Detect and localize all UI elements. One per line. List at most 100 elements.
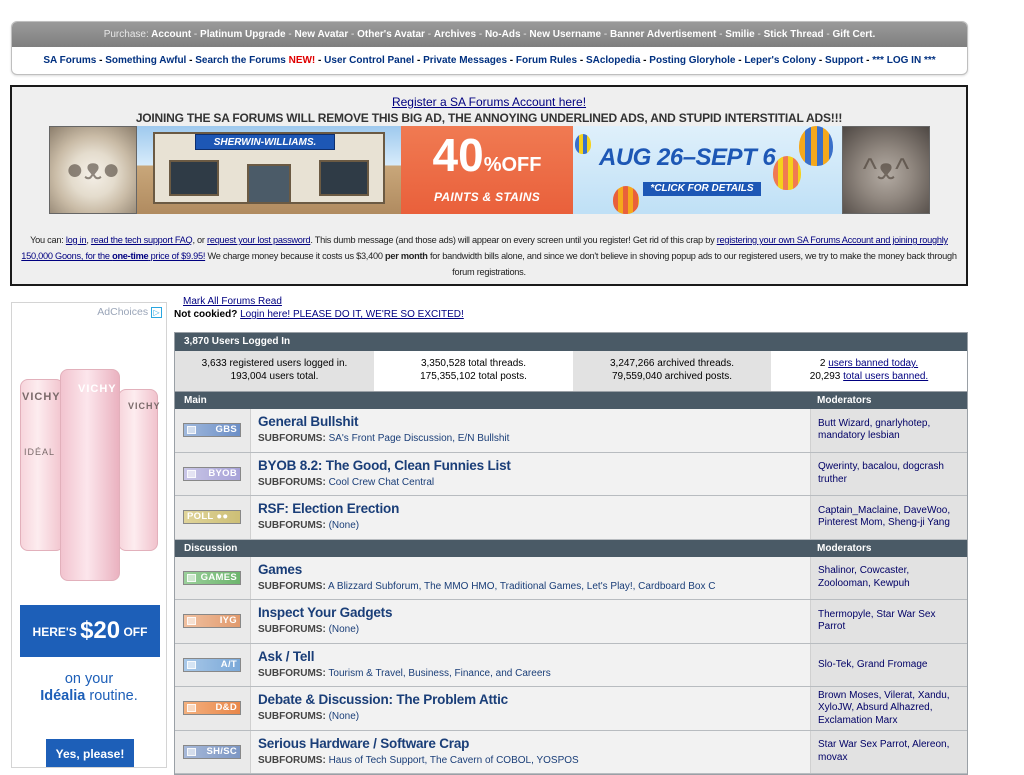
dog-photo: ●ᴥ●	[49, 126, 137, 214]
forum-title-link[interactable]: Ask / Tell	[258, 649, 810, 665]
dog-face-icon: ●ᴥ●	[65, 153, 121, 186]
product-line-label: IDÉAL	[24, 447, 56, 457]
subforums-list: SUBFORUMS: (None)	[258, 624, 360, 635]
subforums-list: SUBFORUMS: Tourism & Travel, Business, F…	[258, 667, 551, 679]
forum-moderators[interactable]: Butt Wizard, gnarlyhotep, mandatory lesb…	[810, 409, 967, 452]
forum-row[interactable]: SH/SC Serious Hardware / Software Crap S…	[175, 730, 967, 774]
nav-posting-gloryhole-link[interactable]: Posting Gloryhole	[649, 55, 735, 66]
forum-title-link[interactable]: Inspect Your Gadgets	[258, 605, 810, 621]
store-window	[319, 160, 369, 196]
forum-row[interactable]: IYG Inspect Your Gadgets SUBFORUMS: (Non…	[175, 600, 967, 644]
forum-tag-icon: GBS	[183, 423, 241, 437]
nav-sa-forums-link[interactable]: SA Forums	[43, 55, 96, 66]
forum-moderators[interactable]: Brown Moses, Vilerat, Xandu, XyloJW, Abs…	[810, 687, 967, 730]
vichy-side-ad[interactable]: AdChoices ▷ VICHY VICHY VICHY IDÉAL HERE…	[11, 302, 167, 768]
purchase-smilie-link[interactable]: Smilie	[725, 29, 754, 40]
brand-label: VICHY	[128, 401, 161, 411]
forum-nav-bar: SA Forums - Something Awful - Search the…	[43, 55, 936, 66]
registered-users-stat: 3,633 registered users logged in. 193,004…	[175, 351, 374, 391]
promo-routine-text: on your Idéalia routine.	[40, 671, 138, 704]
registration-ad-panel: Register a SA Forums Account here! JOINI…	[10, 85, 968, 286]
forum-row[interactable]: GAMES Games SUBFORUMS: A Blizzard Subfor…	[175, 556, 967, 600]
adchoices-label[interactable]: AdChoices ▷	[97, 306, 162, 318]
purchase-bar: Purchase: Account - Platinum Upgrade - N…	[12, 22, 967, 47]
sherwin-williams-banner-ad[interactable]: ●ᴥ● SHERWIN-WILLIAMS. 40%OFF PAINTS & ST…	[49, 126, 930, 214]
store-door	[247, 164, 291, 204]
purchase-no-ads-link[interactable]: No-Ads	[485, 29, 521, 40]
total-banned-link[interactable]: total users banned.	[843, 371, 928, 382]
banned-today-link[interactable]: users banned today.	[828, 358, 918, 369]
nav-private-messages-link[interactable]: Private Messages	[423, 55, 507, 66]
forum-row[interactable]: BYOB BYOB 8.2: The Good, Clean Funnies L…	[175, 452, 967, 496]
users-logged-in-header: 3,870 Users Logged In	[175, 333, 967, 351]
register-account-link[interactable]: Register a SA Forums Account here!	[12, 95, 966, 109]
forum-tag-icon: A/T	[183, 657, 241, 672]
purchase-new-avatar-link[interactable]: New Avatar	[295, 29, 349, 40]
forum-row[interactable]: GBS General Bullshit SUBFORUMS: SA's Fro…	[175, 409, 967, 453]
forum-tag-icon: IYG	[183, 614, 241, 628]
purchase-label: Purchase:	[103, 29, 149, 40]
purchase-banner-ad-link[interactable]: Banner Advertisement	[610, 29, 716, 40]
nav-login-link[interactable]: *** LOG IN ***	[872, 55, 935, 66]
purchase-account-link[interactable]: Account	[151, 29, 191, 40]
nav-something-awful-link[interactable]: Something Awful	[105, 55, 186, 66]
forum-tag-icon: BYOB	[183, 466, 241, 481]
login-link[interactable]: log in	[66, 235, 87, 245]
forum-title-link[interactable]: Games	[258, 562, 810, 578]
nav-forum-rules-link[interactable]: Forum Rules	[516, 55, 577, 66]
subforums-list: SUBFORUMS: (None)	[258, 520, 360, 531]
product-tube	[20, 379, 64, 551]
nav-search-forums-link[interactable]: Search the Forums	[195, 55, 286, 66]
forum-moderators[interactable]: Captain_Maclaine, DaveWoo, Pinterest Mom…	[810, 496, 967, 539]
yes-please-button[interactable]: Yes, please!	[46, 739, 134, 767]
archived-stat: 3,247,266 archived threads. 79,559,040 ar…	[573, 351, 771, 391]
forum-moderators[interactable]: Star War Sex Parrot, Alereon, movax	[810, 730, 967, 773]
offer-dates: AUG 26–SEPT 6	[599, 144, 776, 171]
click-for-details-button[interactable]: *CLICK FOR DETAILS	[643, 182, 761, 196]
brand-label: VICHY	[22, 391, 61, 403]
purchase-gift-cert-link[interactable]: Gift Cert.	[833, 29, 876, 40]
forum-row[interactable]: A/T Ask / Tell SUBFORUMS: Tourism & Trav…	[175, 643, 967, 687]
tech-support-faq-link[interactable]: read the tech support FAQ	[91, 235, 193, 245]
forum-tag-icon: GAMES	[183, 570, 241, 585]
offer-dates-panel: AUG 26–SEPT 6 *CLICK FOR DETAILS	[573, 126, 842, 214]
forum-moderators[interactable]: Thermopyle, Star War Sex Parrot	[810, 600, 967, 643]
forum-title-link[interactable]: Serious Hardware / Software Crap	[258, 736, 810, 752]
purchase-stick-thread-link[interactable]: Stick Thread	[764, 29, 824, 40]
store-illustration: SHERWIN-WILLIAMS.	[137, 126, 401, 214]
forum-row[interactable]: D&D Debate & Discussion: The Problem Att…	[175, 687, 967, 731]
subforums-list: SUBFORUMS: Cool Crew Chat Central	[258, 476, 435, 488]
forum-title-link[interactable]: BYOB 8.2: The Good, Clean Funnies List	[258, 458, 810, 474]
forum-row[interactable]: POLL ●● RSF: Election Erection SUBFORUMS…	[175, 496, 967, 540]
request-password-link[interactable]: request your lost password	[207, 235, 311, 245]
product-bottle	[60, 369, 120, 581]
forum-moderators[interactable]: Shalinor, Cowcaster, Zoolooman, Kewpuh	[810, 556, 967, 599]
section-header-discussion[interactable]: Discussion Moderators	[175, 539, 967, 557]
forum-moderators[interactable]: Slo-Tek, Grand Fromage	[810, 643, 967, 686]
cat-photo: ^ᴥ^	[842, 126, 930, 214]
forum-moderators[interactable]: Qwerinty, bacalou, dogcrash truther	[810, 452, 967, 495]
purchase-new-username-link[interactable]: New Username	[529, 29, 601, 40]
nav-saclopedia-link[interactable]: SAclopedia	[586, 55, 640, 66]
purchase-archives-link[interactable]: Archives	[434, 29, 476, 40]
mark-all-read-link[interactable]: Mark All Forums Read	[183, 296, 282, 307]
section-header-main[interactable]: Main Moderators	[175, 392, 967, 409]
site-stats-row: 3,633 registered users logged in. 193,004…	[175, 351, 967, 392]
balloon-icon	[773, 156, 801, 190]
login-here-link[interactable]: Login here! PLEASE DO IT, WE'RE SO EXCIT…	[240, 309, 464, 320]
store-sign: SHERWIN-WILLIAMS.	[195, 134, 335, 150]
nav-user-control-panel-link[interactable]: User Control Panel	[324, 55, 414, 66]
nav-support-link[interactable]: Support	[825, 55, 863, 66]
moderators-column-header: Moderators	[817, 395, 872, 406]
purchase-platinum-link[interactable]: Platinum Upgrade	[200, 29, 286, 40]
forum-title-link[interactable]: General Bullshit	[258, 414, 810, 430]
adchoices-icon: ▷	[151, 306, 162, 318]
subforums-list: SUBFORUMS: Haus of Tech Support, The Cav…	[258, 754, 579, 766]
forum-title-link[interactable]: RSF: Election Erection	[258, 501, 810, 517]
promo-banner[interactable]: HERE'S $20 OFF	[20, 605, 160, 657]
nav-lepers-colony-link[interactable]: Leper's Colony	[744, 55, 816, 66]
purchase-others-avatar-link[interactable]: Other's Avatar	[357, 29, 425, 40]
forum-title-link[interactable]: Debate & Discussion: The Problem Attic	[258, 692, 810, 708]
threads-stat: 3,350,528 total threads. 175,355,102 tota…	[374, 351, 573, 391]
not-cookied-text: Not cookied? Login here! PLEASE DO IT, W…	[174, 309, 464, 320]
